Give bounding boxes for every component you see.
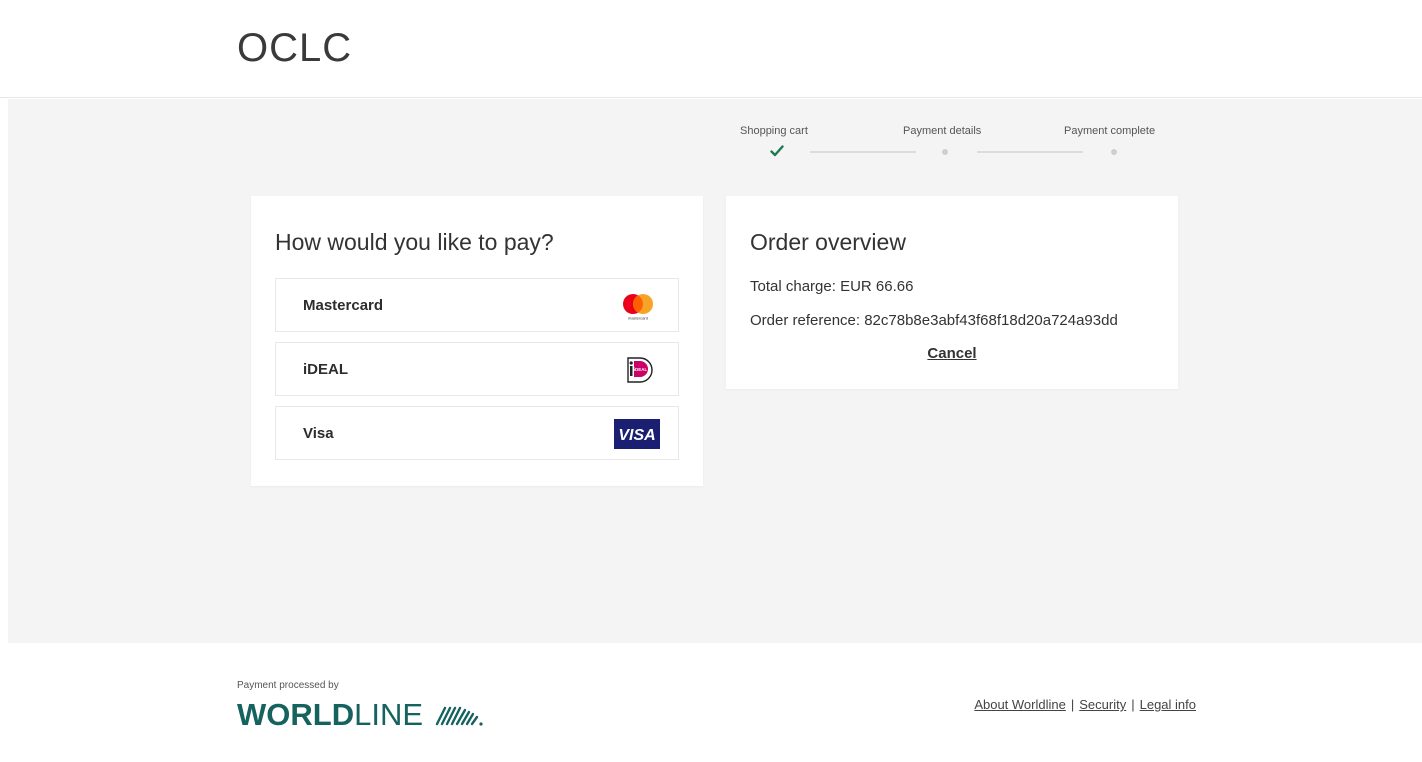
payment-method-card: How would you like to pay? Mastercard ma…: [251, 196, 703, 486]
payment-title: How would you like to pay?: [275, 229, 554, 255]
total-charge-label: Total charge:: [750, 278, 836, 295]
payment-method-label: iDEAL: [303, 361, 348, 378]
worldline-logo-bold: WORLD: [237, 697, 355, 732]
step-label: Payment complete: [1064, 125, 1156, 137]
payment-method-ideal[interactable]: iDEAL iDEAL: [275, 342, 679, 396]
checkmark-icon: [770, 144, 784, 162]
step-label: Shopping cart: [740, 125, 808, 137]
step-payment-details: Payment details: [903, 125, 981, 137]
payment-method-label: Mastercard: [303, 297, 384, 314]
worldline-logo: WORLDLINE: [237, 697, 489, 733]
step-payment-complete: Payment complete: [1064, 125, 1155, 137]
payment-method-mastercard[interactable]: Mastercard mastercard: [275, 278, 679, 332]
ideal-logo-icon: iDEAL: [614, 355, 660, 385]
total-charge: Total charge: EUR 66.66: [750, 278, 913, 295]
mastercard-caption: mastercard: [628, 316, 648, 321]
merchant-logo: OCLC: [237, 26, 353, 70]
payment-method-label: Visa: [303, 425, 334, 442]
total-charge-value: EUR 66.66: [840, 278, 914, 295]
worldline-waves-icon: [436, 706, 484, 726]
visa-caption: VISA: [618, 427, 655, 444]
order-title: Order overview: [750, 229, 906, 255]
legal-info-link[interactable]: Legal info: [1140, 697, 1196, 712]
checkout-stepper: Shopping cart Payment details Payment co…: [730, 125, 1170, 165]
visa-logo-icon: VISA: [614, 419, 660, 449]
step-label: Payment details: [903, 125, 982, 137]
processed-by-text: Payment processed by: [237, 680, 339, 691]
step-shopping-cart: Shopping cart: [740, 125, 808, 137]
step-connector: [810, 151, 916, 153]
order-reference-label: Order reference:: [750, 312, 861, 329]
security-link[interactable]: Security: [1079, 697, 1126, 712]
order-reference: Order reference: 82c78b8e3abf43f68f18d20…: [750, 312, 1118, 329]
order-overview-card: Order overview Total charge: EUR 66.66 O…: [726, 196, 1178, 389]
worldline-logo-light: LINE: [354, 697, 424, 732]
main-content: [8, 99, 1422, 643]
footer-links: About Worldline | Security | Legal info: [974, 697, 1196, 712]
payment-method-visa[interactable]: Visa VISA: [275, 406, 679, 460]
cancel-link[interactable]: Cancel: [726, 345, 1178, 362]
order-reference-value: 82c78b8e3abf43f68f18d20a724a93dd: [864, 312, 1118, 329]
page-footer: Payment processed by WORLDLINE About Wor…: [0, 643, 1422, 762]
page-header: OCLC: [0, 0, 1422, 98]
step-dot-icon: [942, 149, 948, 155]
step-connector: [977, 151, 1083, 153]
about-worldline-link[interactable]: About Worldline: [974, 697, 1066, 712]
mastercard-logo-icon: mastercard: [614, 291, 660, 321]
ideal-caption: iDEAL: [634, 367, 648, 372]
step-dot-icon: [1111, 149, 1117, 155]
